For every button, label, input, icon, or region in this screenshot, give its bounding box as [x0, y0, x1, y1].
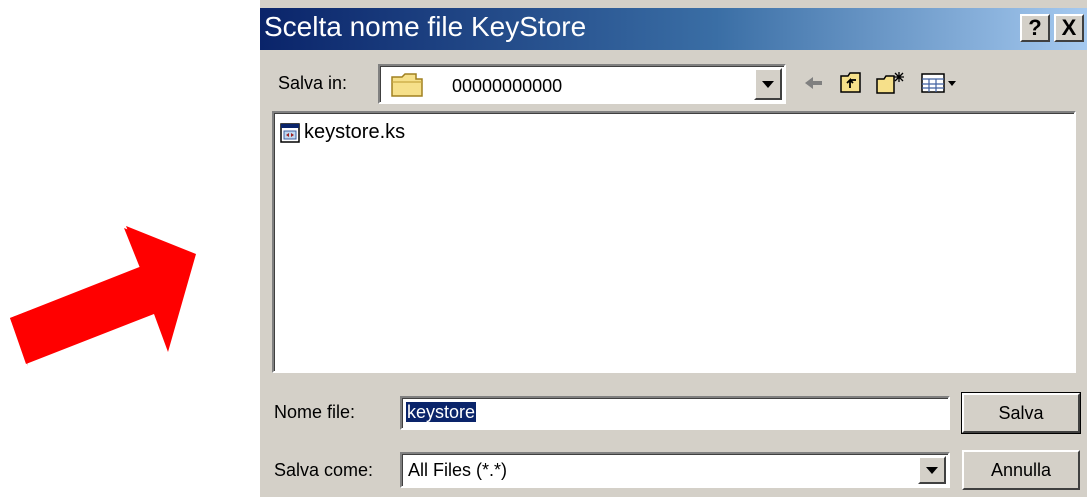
help-button[interactable]: ? [1020, 14, 1050, 42]
filename-label: Nome file: [274, 402, 356, 422]
keystore-file-icon [280, 122, 300, 143]
save-as-label: Salva come: [274, 460, 374, 480]
save-in-combo[interactable]: 00000000000 [378, 64, 786, 104]
close-button[interactable]: X [1054, 14, 1084, 42]
cancel-button[interactable]: Annulla [962, 450, 1080, 490]
red-pointer-arrow-icon [10, 226, 196, 366]
up-folder-icon[interactable] [838, 70, 866, 96]
title-bar: Scelta nome file KeyStore ? X [260, 8, 1087, 50]
save-as-dropdown-arrow[interactable] [918, 456, 946, 484]
save-as-type-combo[interactable]: All Files (*.*) [400, 452, 950, 488]
save-in-folder-name: 00000000000 [452, 76, 563, 96]
save-button[interactable]: Salva [961, 392, 1081, 434]
save-in-label: Salva in: [278, 73, 348, 93]
view-menu-icon[interactable] [920, 70, 960, 96]
back-arrow-icon[interactable] [802, 70, 826, 96]
new-folder-icon[interactable] [874, 70, 908, 96]
save-as-type-value: All Files (*.*) [408, 460, 508, 480]
list-item[interactable]: keystore.ks [280, 121, 405, 144]
folder-icon [391, 73, 423, 97]
save-file-dialog: Scelta nome file KeyStore ? X Salva in: … [258, 0, 1087, 497]
filename-input[interactable]: keystore [400, 396, 950, 430]
save-in-dropdown-arrow[interactable] [754, 68, 782, 100]
file-list[interactable]: keystore.ks [272, 111, 1076, 373]
filename-value: keystore [406, 402, 477, 422]
file-name: keystore.ks [304, 121, 406, 143]
dialog-title: Scelta nome file KeyStore [264, 11, 587, 42]
